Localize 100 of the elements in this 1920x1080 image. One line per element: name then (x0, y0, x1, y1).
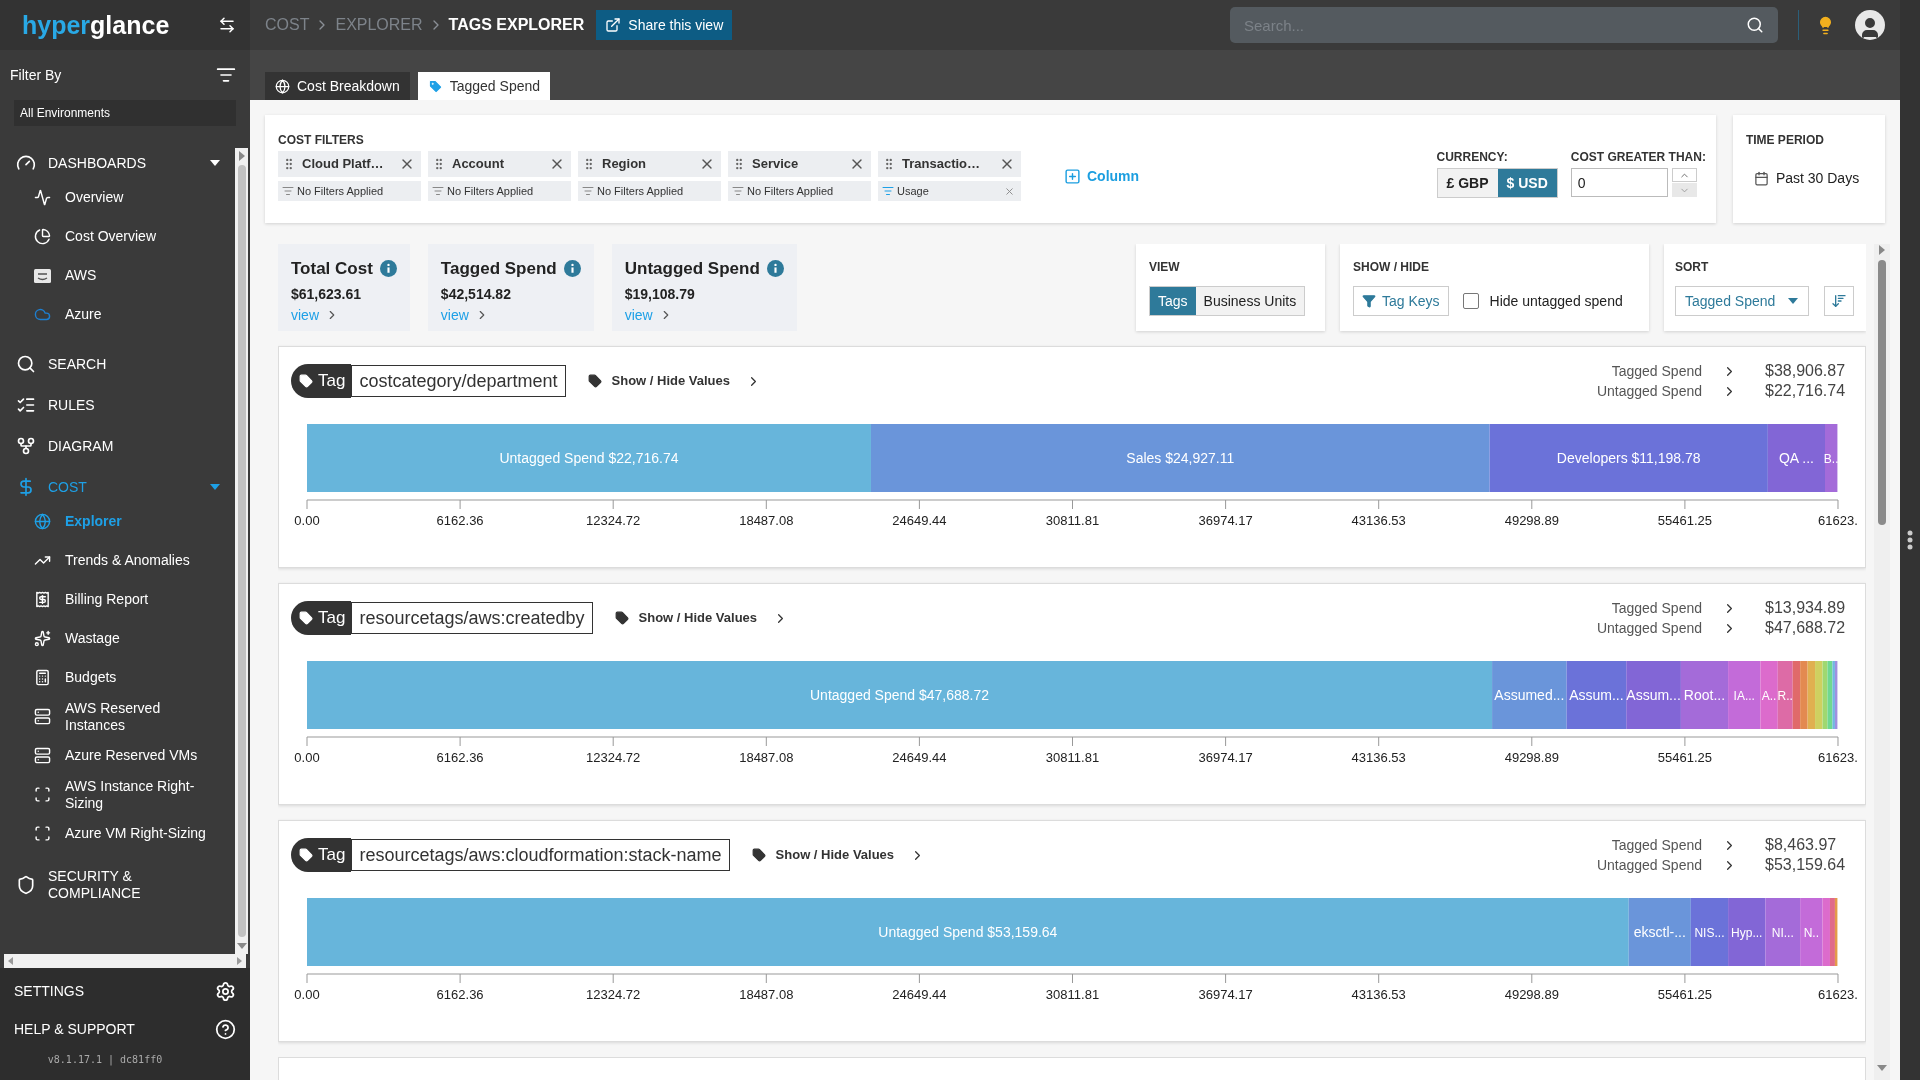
filter-value[interactable]: Usage (878, 181, 1021, 201)
tick-label: 55461.25 (1657, 987, 1712, 1002)
nav-section[interactable]: DASHBOARDS (0, 148, 235, 178)
view-toggle[interactable]: Business Units (1195, 287, 1305, 315)
nav-section[interactable]: RULES (0, 390, 235, 420)
tick-label: 0.00 (294, 513, 320, 528)
show-hide-values-button[interactable]: Show / Hide Values (751, 838, 926, 872)
nav-section[interactable]: DIAGRAM (0, 431, 235, 461)
tick-label: 0.00 (294, 750, 320, 765)
nav-item[interactable]: AWS Reserved Instances (0, 697, 235, 736)
currency-toggle[interactable]: £ GBP (1437, 169, 1498, 197)
currency-toggle[interactable]: $ USD (1497, 169, 1557, 197)
filter-chip[interactable]: Transactio… (878, 151, 1021, 177)
swap-icon[interactable] (218, 16, 236, 34)
segment-label: NI... (1771, 926, 1794, 940)
tag-name-field[interactable]: costcategory/department (351, 365, 566, 397)
filter-value[interactable]: No Filters Applied (728, 181, 871, 201)
segment-label: Assum... (1626, 687, 1681, 703)
tick-label: 12324.72 (586, 987, 641, 1002)
calculator-icon (34, 669, 51, 686)
segment-label: A.. (1761, 689, 1777, 703)
footer-item[interactable]: HELP & SUPPORT (0, 1010, 250, 1048)
scan-icon (34, 825, 51, 842)
number-field[interactable]: 0 (1570, 168, 1668, 197)
tag-name-field[interactable]: resourcetags/aws:cloudformation:stack-name (351, 839, 730, 871)
nodes-icon (16, 436, 36, 456)
section-label: COST FILTERS (278, 132, 365, 149)
filter-value[interactable]: No Filters Applied (428, 181, 571, 201)
tick-label: 49298.89 (1504, 987, 1559, 1002)
nav-item[interactable]: Overview (0, 178, 235, 217)
scan-icon (34, 786, 51, 803)
filter-icon (1362, 294, 1376, 308)
nav-item[interactable]: Trends & Anomalies (0, 541, 235, 580)
total-label: Tagged Spend (1610, 599, 1702, 618)
segment-label: Untagged Spend $47,688.72 (810, 687, 990, 703)
tag-icon (614, 611, 629, 625)
section-label: SHOW / HIDE (1353, 259, 1430, 276)
close-icon[interactable] (1004, 185, 1015, 197)
sort-dropdown[interactable]: Tagged Spend (1675, 286, 1809, 316)
info-icon[interactable] (379, 260, 397, 278)
info-icon[interactable] (563, 260, 581, 278)
nav-item[interactable]: Azure Reserved VMs (0, 736, 235, 775)
tag-icon (587, 374, 602, 388)
scrollbar-thumb[interactable] (237, 165, 246, 937)
tick-label: 61623. (1818, 750, 1858, 765)
nav-section[interactable]: SECURITY & COMPLIANCE (0, 868, 235, 902)
filter-chip[interactable]: Account (428, 151, 571, 177)
tag-icon (427, 78, 443, 94)
sort-order-button[interactable] (1824, 286, 1854, 316)
tick-label: 49298.89 (1504, 513, 1559, 528)
filter-chip[interactable]: Service (728, 151, 871, 177)
show-hide-values-button[interactable]: Show / Hide Values (614, 601, 789, 635)
nav-item[interactable]: Cost Overview (0, 217, 235, 256)
drag-handle-icon[interactable] (1907, 530, 1913, 550)
tag-badge: Tag (291, 364, 352, 398)
segment-label: Developers $11,198.78 (1556, 450, 1701, 466)
checkbox-label: Hide untagged spend (1489, 291, 1623, 311)
tab[interactable]: Cost Breakdown (265, 72, 410, 100)
tick-label: 18487.08 (739, 513, 794, 528)
show-hide-values-button[interactable]: Show / Hide Values (587, 364, 761, 398)
tick-label: 61623. (1818, 987, 1858, 1002)
nav-section[interactable]: COST (0, 472, 235, 502)
nav-item[interactable]: Azure (0, 295, 235, 334)
view-toggle[interactable]: Tags (1150, 287, 1196, 315)
nav-item[interactable]: Wastage (0, 619, 235, 658)
time-period-button[interactable]: Past 30 Days (1753, 168, 1860, 189)
total-value: $8,463.97 (1765, 835, 1838, 855)
segment-label: Sales $24,927.11 (1126, 450, 1235, 466)
tick-label: 30811.81 (1045, 750, 1100, 765)
tag-icon (299, 374, 313, 388)
environment-select[interactable]: All Environments (14, 100, 236, 126)
filter-chip[interactable]: Region (578, 151, 721, 177)
nav-item[interactable]: Azure VM Right-Sizing (0, 814, 235, 853)
tick-label: 6162.36 (436, 987, 484, 1002)
nav-section[interactable]: SEARCH (0, 349, 235, 379)
filter-icon[interactable] (216, 65, 236, 85)
tick-label: 24649.44 (892, 513, 947, 528)
checkbox[interactable] (1462, 293, 1479, 309)
tag-name-field[interactable]: resourcetags/aws:createdby (351, 602, 593, 634)
avatar[interactable] (1855, 10, 1885, 40)
amount: $42,514.82 (440, 284, 512, 304)
nav-item[interactable]: AWS Instance Right-Sizing (0, 775, 235, 814)
nav-item[interactable]: Explorer (0, 502, 235, 541)
tab[interactable]: Tagged Spend (417, 72, 551, 100)
filter-value[interactable]: No Filters Applied (578, 181, 721, 201)
share-button[interactable]: Share this view (596, 10, 733, 40)
scrollbar-thumb[interactable] (1878, 260, 1886, 525)
nav-item[interactable]: Budgets (0, 658, 235, 697)
tag-icon (751, 848, 766, 862)
tick-label: 43136.53 (1351, 750, 1406, 765)
footer-item[interactable]: SETTINGS (0, 972, 250, 1010)
info-icon[interactable] (766, 260, 784, 278)
filter-value[interactable]: No Filters Applied (278, 181, 421, 201)
nav-item[interactable]: AWS (0, 256, 235, 295)
tag-keys-button[interactable]: Tag Keys (1353, 286, 1449, 316)
filter-chip[interactable]: Cloud Platf… (278, 151, 421, 177)
search-icon[interactable] (1746, 16, 1764, 34)
filter-label: Filter By (10, 65, 62, 85)
nav-item[interactable]: Billing Report (0, 580, 235, 619)
breadcrumb-link[interactable]: TAGS EXPLORER (448, 13, 585, 37)
